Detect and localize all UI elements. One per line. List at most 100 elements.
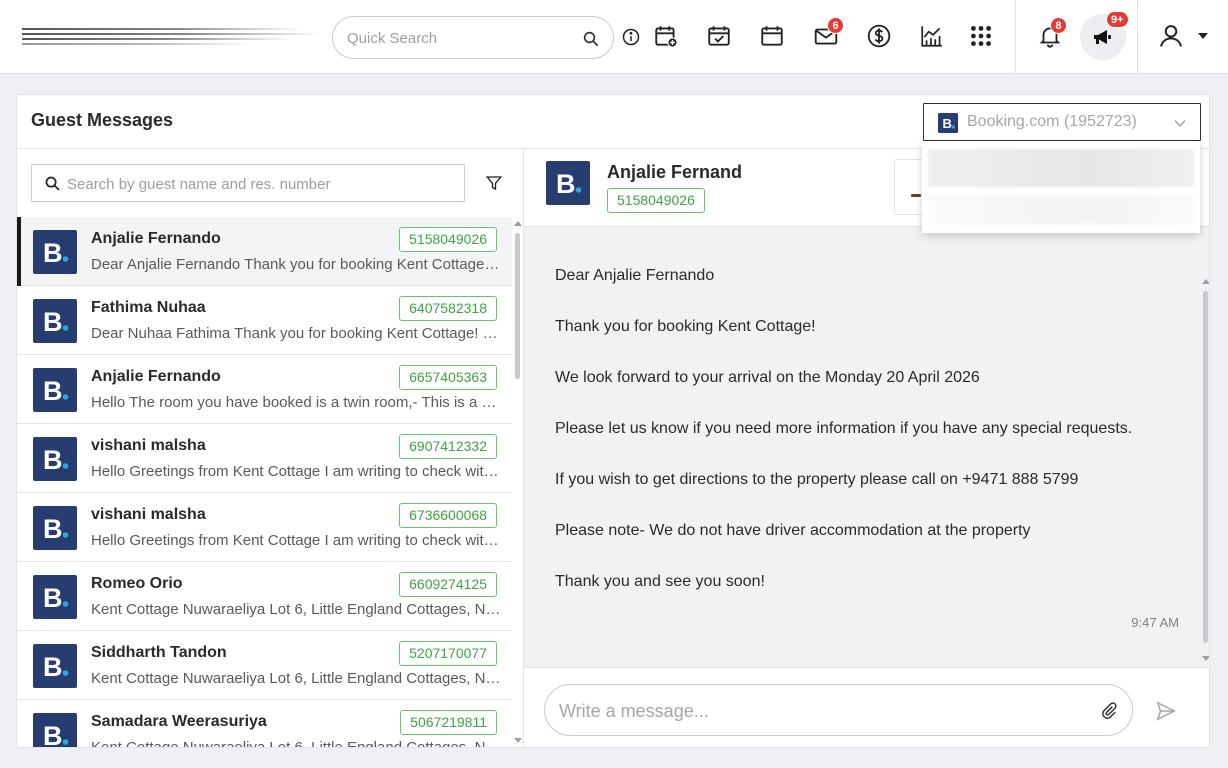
booking-logo-icon: B [33,437,77,481]
thread-scrollbar[interactable] [1200,227,1209,667]
top-bar: 6 8 9+ [0,0,1228,74]
filter-icon[interactable] [485,174,503,192]
divider [1015,0,1016,74]
svg-text:B: B [43,652,63,682]
guest-name: vishani malsha [91,437,206,454]
reservation-number: 5207170077 [399,641,497,666]
booking-logo-icon: B [938,113,958,133]
calendar-add-icon[interactable] [652,22,680,50]
scrollbar-thumb[interactable] [515,233,520,379]
message-composer [524,667,1209,747]
caret-down-icon[interactable] [1197,32,1209,40]
paperclip-icon[interactable] [1100,701,1118,719]
channel-select-value: Booking.com (1952723) [967,113,1137,130]
guest-name: Siddharth Tandon [91,644,227,661]
message-line: Thank you for booking Kent Cottage! [555,318,816,335]
guest-name: Fathima Nuhaa [91,299,206,316]
conversation-pane: B Anjalie Fernand 5158049026 Dear Anjali… [524,149,1209,747]
divider [1137,0,1138,74]
message-preview: Dear Nuhaa Fathima Thank you for booking… [91,325,501,342]
mail-badge: 6 [827,17,844,34]
reservation-number: 5158049026 [399,227,497,252]
reservation-number: 5067219811 [400,710,497,735]
message-preview: Kent Cottage Nuwaraeliya Lot 6, Little E… [91,601,501,618]
reservation-number: 6407582318 [399,296,497,321]
list-item[interactable]: B Romeo Orio 6609274125 Kent Cottage Nuw… [17,562,512,631]
scroll-up-icon[interactable] [514,221,522,226]
list-item[interactable]: B Fathima Nuhaa 6407582318 Dear Nuhaa Fa… [17,286,512,355]
guest-list-pane: B Anjalie Fernando 5158049026 Dear Anjal… [17,149,524,748]
svg-text:B: B [43,238,63,268]
svg-text:B: B [43,721,63,748]
dollar-icon[interactable] [865,22,893,50]
apps-grid-icon[interactable] [967,22,995,50]
list-item[interactable]: B Samadara Weerasuriya 5067219811 Kent C… [17,700,512,748]
scroll-up-icon[interactable] [1202,279,1209,284]
svg-text:B: B [43,583,63,613]
message-preview: Kent Cottage Nuwaraeliya Lot 6, Little E… [91,670,501,687]
message-line: Thank you and see you soon! [555,573,765,590]
message-line: Please note- We do not have driver accom… [555,522,1031,539]
booking-logo-icon: B [33,506,77,550]
quick-search-input[interactable] [347,27,567,49]
reservation-number: 6657405363 [399,365,497,390]
dropdown-option[interactable] [928,149,1194,187]
list-item[interactable]: B vishani malsha 6736600068 Hello Greeti… [17,493,512,562]
user-icon[interactable] [1156,21,1186,51]
message-input[interactable] [559,699,1079,723]
list-item[interactable]: B Anjalie Fernando 6657405363 Hello The … [17,355,512,424]
calendar-check-icon[interactable] [705,22,733,50]
channel-select[interactable]: B Booking.com (1952723) [923,103,1201,141]
search-icon[interactable] [582,30,600,48]
guest-list: B Anjalie Fernando 5158049026 Dear Anjal… [17,217,512,748]
brand-logo[interactable] [22,28,322,48]
search-icon [45,176,60,191]
guest-search [31,164,465,202]
channel-dropdown-menu [922,141,1200,233]
message-time: 9:47 AM [1131,615,1179,630]
guest-search-input[interactable] [67,173,457,195]
message-preview: Hello Greetings from Kent Cottage I am w… [91,463,501,480]
analytics-icon[interactable] [918,22,946,50]
message-preview: Kent Cottage Nuwaraeliya Lot 6, Little E… [91,739,501,748]
message-preview: Dear Anjalie Fernando Thank you for book… [91,256,501,273]
scroll-down-icon[interactable] [514,738,522,743]
reservation-number: 6736600068 [399,503,497,528]
booking-logo-icon: B [33,644,77,688]
reservation-number: 6907412332 [399,434,497,459]
megaphone-icon [1094,30,1111,44]
booking-logo-icon: B [33,230,77,274]
svg-text:B: B [556,169,576,199]
message-thread: Dear Anjalie Fernando Thank you for book… [524,227,1209,667]
reservation-number[interactable]: 5158049026 [607,188,705,213]
list-item[interactable]: B Siddharth Tandon 5207170077 Kent Cotta… [17,631,512,700]
booking-logo-icon: B [33,575,77,619]
page-title: Guest Messages [31,110,174,130]
dropdown-option[interactable] [928,195,1194,225]
quick-search [332,16,614,59]
booking-logo-icon: B [33,299,77,343]
scroll-down-icon[interactable] [1202,656,1209,661]
guest-list-scrollbar[interactable] [513,217,524,747]
booking-logo-icon: B [546,161,590,205]
info-icon[interactable] [619,24,643,50]
message-line: We look forward to your arrival on the M… [555,369,980,386]
guest-name: Anjalie Fernando [91,230,221,247]
send-icon[interactable] [1155,700,1177,722]
list-item[interactable]: B Anjalie Fernando 5158049026 Dear Anjal… [17,217,512,286]
booking-logo-icon: B [33,713,77,748]
svg-text:B: B [43,514,63,544]
list-item[interactable]: B vishani malsha 6907412332 Hello Greeti… [17,424,512,493]
conversation-guest-name: Anjalie Fernand [607,162,743,182]
guest-name: Anjalie Fernando [91,368,221,385]
svg-text:B: B [43,445,63,475]
message-line: Dear Anjalie Fernando [555,267,715,284]
message-preview: Hello The room you have booked is a twin… [91,394,501,411]
reservation-number: 6609274125 [399,572,497,597]
booking-logo-icon: B [33,368,77,412]
announcement-badge: 9+ [1106,11,1129,28]
calendar-icon[interactable] [758,22,786,50]
message-line: If you wish to get directions to the pro… [555,471,1079,488]
guest-name: Samadara Weerasuriya [91,713,267,730]
scrollbar-thumb[interactable] [1203,291,1208,643]
